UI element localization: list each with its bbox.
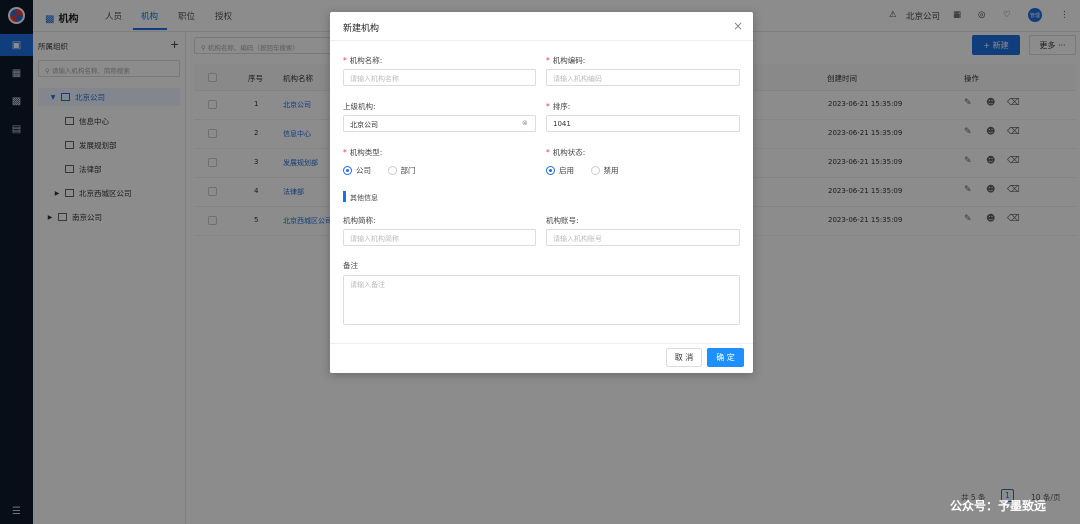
radio-label: 启用 xyxy=(559,166,574,175)
section-marker xyxy=(343,191,346,202)
radio-label: 禁用 xyxy=(603,166,619,175)
new-org-dialog: 新建机构 × * 机构名称: 请输入机构名称 * 机构编码: 请输入机构编码 上级机… xyxy=(330,12,753,373)
account-field[interactable]: 请输入机构账号 xyxy=(546,229,740,246)
code-label: * 机构编码: xyxy=(546,55,585,66)
status-label-text: 机构状态: xyxy=(552,148,586,157)
section-title: 其他信息 xyxy=(350,194,378,202)
radio-label: 公司 xyxy=(356,166,371,175)
short-name-field[interactable]: 请输入机构简称 xyxy=(343,229,536,246)
dialog-divider xyxy=(330,40,753,41)
name-label: * 机构名称: xyxy=(343,55,382,66)
sort-field[interactable]: 1041 xyxy=(546,115,740,132)
required-mark: * xyxy=(343,56,347,65)
name-label-text: 机构名称: xyxy=(349,56,383,65)
parent-org-value: 北京公司 xyxy=(350,121,378,129)
code-label-text: 机构编码: xyxy=(552,56,586,65)
org-name-field[interactable]: 请输入机构名称 xyxy=(343,69,536,86)
type-label: * 机构类型: xyxy=(343,147,382,158)
remark-textarea[interactable]: 请输入备注 xyxy=(343,275,740,325)
radio-department[interactable]: 部门 xyxy=(387,165,416,176)
parent-org-select[interactable]: 北京公司 ⊗ xyxy=(343,115,536,132)
required-mark: * xyxy=(546,56,550,65)
required-mark: * xyxy=(546,102,550,111)
required-mark: * xyxy=(546,148,550,157)
parent-label: 上级机构: xyxy=(343,102,376,111)
status-label: * 机构状态: xyxy=(546,147,585,158)
remark-label: 备注 xyxy=(343,261,358,270)
cancel-button[interactable]: 取 消 xyxy=(666,348,702,367)
org-code-field[interactable]: 请输入机构编码 xyxy=(546,69,740,86)
radio-dot[interactable] xyxy=(343,166,352,175)
radio-company[interactable]: 公司 xyxy=(343,165,371,176)
status-radio-group: 启用 禁用 xyxy=(546,165,633,177)
radio-dot[interactable] xyxy=(546,166,555,175)
close-icon[interactable]: × xyxy=(733,19,743,33)
account-label: 机构账号: xyxy=(546,216,579,225)
dialog-title: 新建机构 xyxy=(343,24,380,34)
radio-disabled[interactable]: 禁用 xyxy=(590,165,619,176)
clear-icon[interactable]: ⊗ xyxy=(522,119,528,127)
type-radio-group: 公司 部门 xyxy=(343,165,430,177)
confirm-button[interactable]: 确 定 xyxy=(707,348,744,367)
sort-label: * 排序: xyxy=(546,101,570,112)
type-label-text: 机构类型: xyxy=(349,148,383,157)
required-mark: * xyxy=(343,148,347,157)
radio-dot[interactable] xyxy=(387,166,397,175)
radio-label: 部门 xyxy=(400,166,416,175)
sort-label-text: 排序: xyxy=(552,102,571,111)
dialog-footer-divider xyxy=(330,343,753,344)
short-name-label: 机构简称: xyxy=(343,216,376,225)
radio-dot[interactable] xyxy=(590,166,600,175)
watermark-text: 公众号：予墨致远 xyxy=(950,499,1047,513)
radio-enabled[interactable]: 启用 xyxy=(546,165,574,176)
